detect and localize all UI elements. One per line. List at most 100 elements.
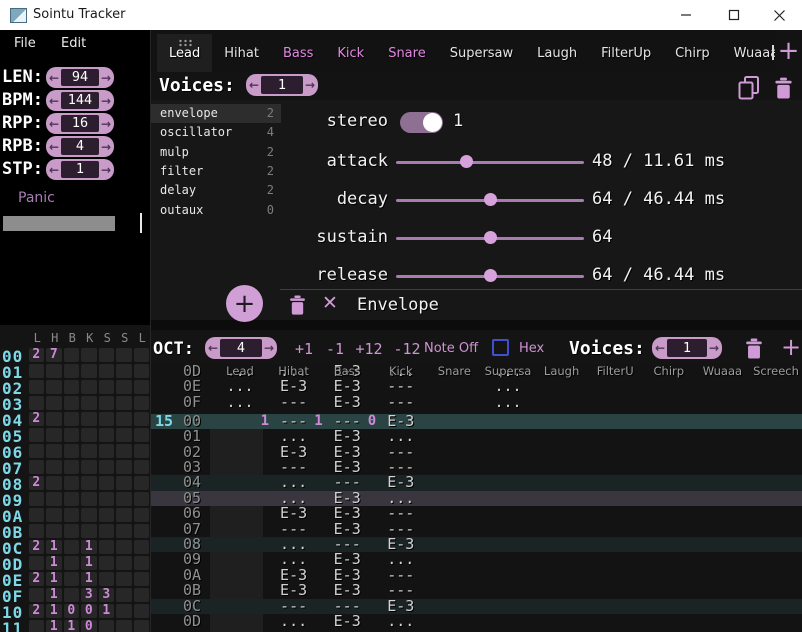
order-cell[interactable] <box>116 572 132 586</box>
decrement-icon[interactable]: ← <box>205 337 221 359</box>
order-cell[interactable] <box>99 380 115 394</box>
increment-icon[interactable]: → <box>706 337 722 359</box>
octave-stepper-value[interactable]: 4 <box>220 339 262 357</box>
order-cell[interactable]: 1 <box>81 556 97 570</box>
order-cell[interactable] <box>29 588 45 602</box>
decrement-icon[interactable]: ← <box>46 159 62 180</box>
note-cell[interactable]: E-3 <box>323 395 371 410</box>
order-cell[interactable] <box>64 444 80 458</box>
order-cell[interactable]: 1 <box>46 556 62 570</box>
transpose-plus1[interactable]: +1 <box>291 340 317 358</box>
order-cell[interactable] <box>64 524 80 538</box>
order-cell[interactable] <box>134 380 150 394</box>
order-cell[interactable] <box>99 508 115 522</box>
drag-handle-icon[interactable] <box>178 39 193 47</box>
tab-lead[interactable]: Lead <box>157 34 212 72</box>
note-cell[interactable]: --- <box>270 395 318 410</box>
order-cell[interactable] <box>116 380 132 394</box>
order-cell[interactable] <box>46 428 62 442</box>
order-cell[interactable] <box>134 460 150 474</box>
order-cell[interactable] <box>99 620 115 632</box>
order-cell[interactable] <box>116 428 132 442</box>
delete-unit-icon[interactable] <box>289 295 306 315</box>
panic-button[interactable]: Panic <box>18 190 55 206</box>
order-cell[interactable] <box>46 508 62 522</box>
order-cell[interactable] <box>99 348 115 362</box>
order-cell[interactable] <box>46 476 62 490</box>
order-cell[interactable] <box>46 492 62 506</box>
order-cell[interactable] <box>81 524 97 538</box>
order-cell[interactable] <box>99 412 115 426</box>
add-track-icon[interactable]: + <box>778 333 802 361</box>
order-cell[interactable] <box>134 492 150 506</box>
order-cell[interactable]: 2 <box>29 572 45 586</box>
param-stepper-rpp-value[interactable]: 16 <box>61 115 99 132</box>
tab-hihat[interactable]: Hihat <box>212 34 271 72</box>
order-cell[interactable]: 2 <box>29 540 45 554</box>
transpose-minus12[interactable]: -12 <box>390 340 424 358</box>
order-cell[interactable] <box>116 460 132 474</box>
decrement-icon[interactable]: ← <box>246 74 262 96</box>
order-cell[interactable] <box>99 364 115 378</box>
copy-instrument-icon[interactable] <box>736 75 762 101</box>
tab-supersaw[interactable]: Supersaw <box>438 34 525 72</box>
order-cell[interactable] <box>116 476 132 490</box>
increment-icon[interactable]: → <box>98 67 114 88</box>
menu-edit[interactable]: Edit <box>61 36 86 51</box>
tab-snare[interactable]: Snare <box>376 34 438 72</box>
order-cell[interactable]: 2 <box>29 348 45 362</box>
order-cell[interactable] <box>99 428 115 442</box>
delete-instrument-icon[interactable] <box>774 77 793 99</box>
order-cell[interactable] <box>134 396 150 410</box>
order-cell[interactable] <box>81 412 97 426</box>
order-cell[interactable] <box>99 572 115 586</box>
order-cell[interactable] <box>134 588 150 602</box>
param-stepper-bpm-value[interactable]: 144 <box>61 92 99 109</box>
order-cell[interactable] <box>46 460 62 474</box>
order-cell[interactable] <box>64 428 80 442</box>
decrement-icon[interactable]: ← <box>46 136 62 157</box>
order-cell[interactable] <box>64 556 80 570</box>
order-cell[interactable]: 0 <box>81 620 97 632</box>
delete-track-icon[interactable] <box>745 338 763 359</box>
order-cell[interactable] <box>134 572 150 586</box>
order-cell[interactable] <box>64 540 80 554</box>
order-cell[interactable] <box>81 428 97 442</box>
order-cell[interactable] <box>64 572 80 586</box>
order-cell[interactable] <box>81 460 97 474</box>
param-stepper-stp-value[interactable]: 1 <box>61 161 99 178</box>
order-cell[interactable] <box>116 540 132 554</box>
order-cell[interactable] <box>134 444 150 458</box>
sustain-slider-thumb[interactable] <box>484 231 497 244</box>
order-cell[interactable]: 1 <box>46 604 62 618</box>
order-cell[interactable]: 1 <box>46 620 62 632</box>
increment-icon[interactable]: → <box>98 136 114 157</box>
order-cell[interactable] <box>134 348 150 362</box>
decrement-icon[interactable]: ← <box>46 67 62 88</box>
menu-file[interactable]: File <box>14 36 36 51</box>
order-cell[interactable] <box>134 412 150 426</box>
order-cell[interactable] <box>116 588 132 602</box>
order-cell[interactable] <box>29 364 45 378</box>
order-cell[interactable] <box>46 444 62 458</box>
increment-icon[interactable]: → <box>261 337 277 359</box>
order-cell[interactable] <box>29 508 45 522</box>
order-cell[interactable]: 2 <box>29 412 45 426</box>
order-cell[interactable]: 0 <box>81 604 97 618</box>
decrement-icon[interactable]: ← <box>46 113 62 134</box>
order-cell[interactable] <box>29 396 45 410</box>
increment-icon[interactable]: → <box>98 159 114 180</box>
order-cell[interactable] <box>46 524 62 538</box>
order-cell[interactable] <box>116 396 132 410</box>
release-slider-thumb[interactable] <box>484 269 497 282</box>
order-cell[interactable] <box>81 364 97 378</box>
order-cell[interactable] <box>64 396 80 410</box>
param-stepper-len-value[interactable]: 94 <box>61 69 99 86</box>
order-cell[interactable]: 1 <box>46 540 62 554</box>
voices-stepper-value[interactable]: 1 <box>261 76 303 94</box>
maximize-icon[interactable] <box>719 0 749 30</box>
order-cell[interactable] <box>134 540 150 554</box>
order-cell[interactable] <box>81 348 97 362</box>
clear-unit-icon[interactable]: ✕ <box>322 292 338 314</box>
order-cell[interactable] <box>99 492 115 506</box>
